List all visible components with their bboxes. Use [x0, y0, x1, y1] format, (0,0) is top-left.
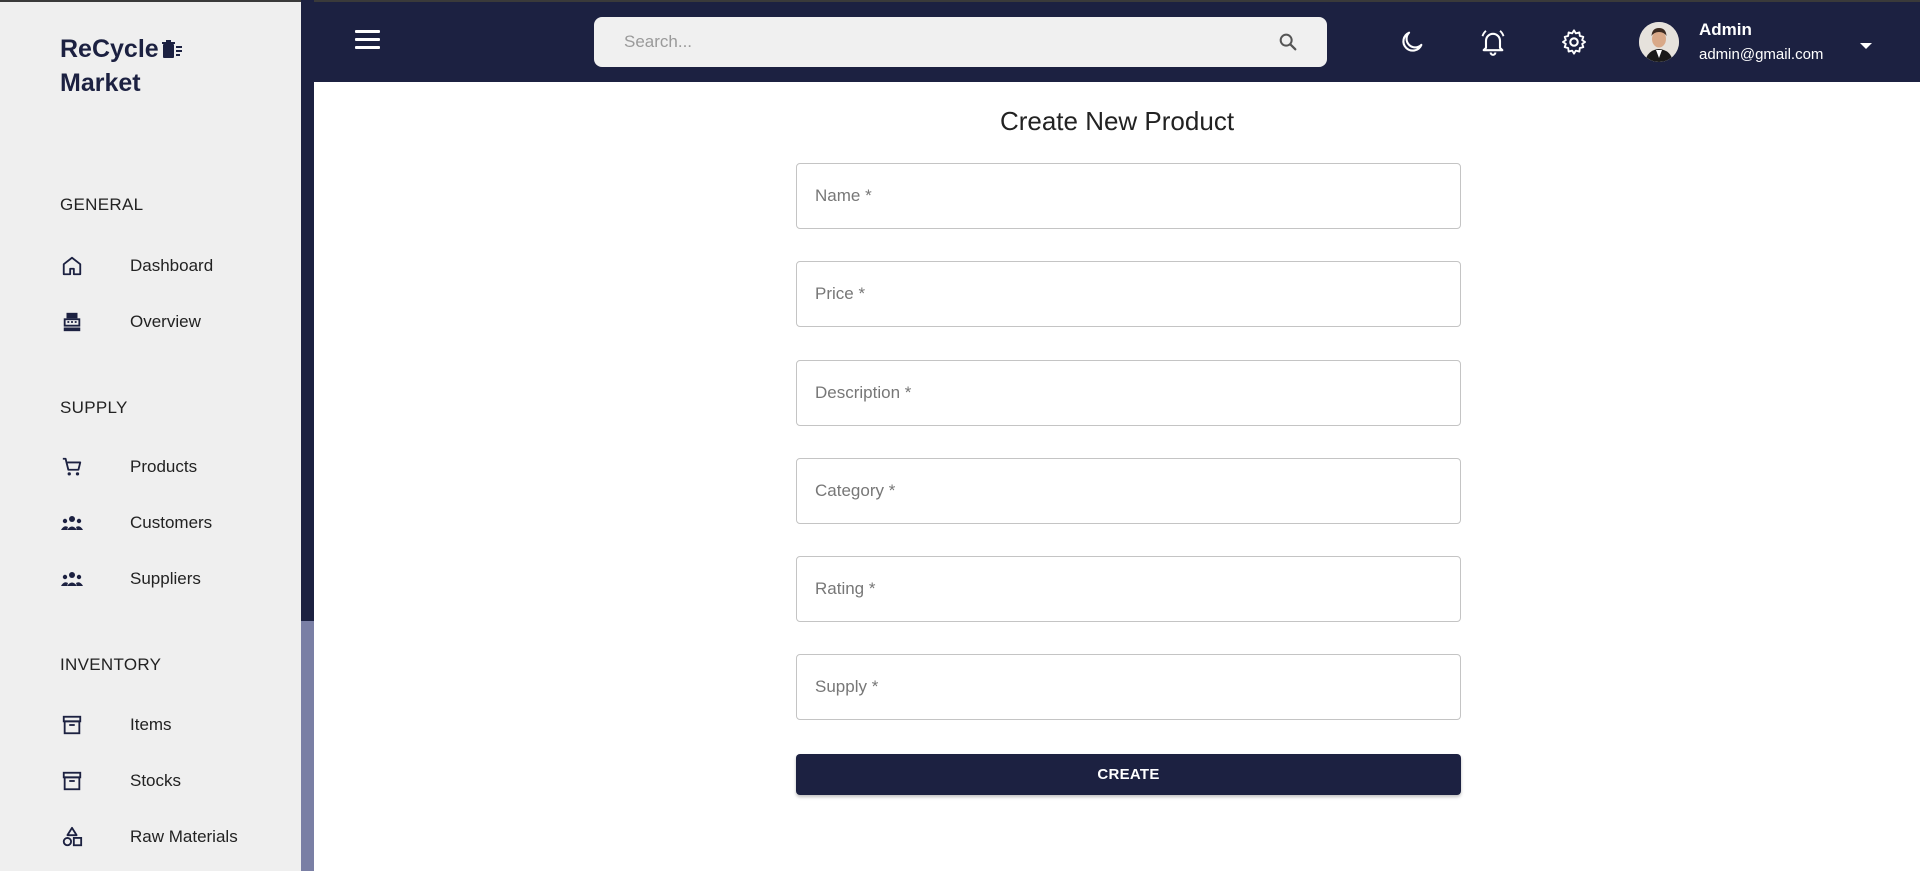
create-button[interactable]: CREATE	[796, 754, 1461, 795]
sidebar-item-raw-materials[interactable]: Raw Materials	[0, 815, 301, 859]
trash-bin-icon	[161, 37, 183, 68]
search-input[interactable]	[594, 17, 1254, 67]
sidebar-item-dashboard[interactable]: Dashboard	[0, 244, 301, 288]
shapes-icon	[60, 825, 84, 849]
user-name: Admin	[1699, 20, 1752, 39]
user-email: admin@gmail.com	[1699, 46, 1824, 63]
brand-logo[interactable]: ReCycle Market	[60, 34, 183, 99]
rating-field	[796, 556, 1461, 622]
shopping-cart-icon	[60, 455, 84, 479]
sidebar-item-label: Dashboard	[130, 256, 214, 275]
top-bar: Admin admin@gmail.com	[314, 0, 1920, 82]
home-icon	[60, 254, 84, 278]
description-input[interactable]	[797, 361, 1460, 425]
name-input[interactable]	[797, 164, 1460, 228]
category-field	[796, 458, 1461, 524]
sidebar-item-label: Overview	[130, 312, 201, 331]
sidebar-item-label: Customers	[130, 513, 213, 532]
sidebar-item-label: Suppliers	[130, 569, 201, 588]
sidebar-item-label: Items	[130, 715, 172, 734]
section-title-general: GENERAL	[60, 195, 144, 214]
cash-register-icon	[60, 310, 84, 334]
sidebar-item-label: Raw Materials	[130, 827, 238, 846]
sidebar-item-items[interactable]: Items	[0, 703, 301, 747]
search-bar	[594, 17, 1327, 67]
name-field	[796, 163, 1461, 229]
description-field	[796, 360, 1461, 426]
page-title: Create New Product	[999, 106, 1235, 136]
price-input[interactable]	[797, 262, 1460, 326]
archive-icon	[60, 769, 84, 793]
groups-icon	[60, 511, 84, 535]
notifications-bell-icon[interactable]	[1479, 28, 1507, 56]
sidebar-item-products[interactable]: Products	[0, 445, 301, 489]
brand-name-line1: ReCycle	[60, 35, 159, 63]
brand-name-line2: Market	[60, 69, 141, 97]
supply-input[interactable]	[797, 655, 1460, 719]
sidebar: ReCycle Market GENERAL Dashboard Overvie…	[0, 0, 301, 871]
groups-icon	[60, 567, 84, 591]
sidebar-item-customers[interactable]: Customers	[0, 501, 301, 545]
sidebar-item-label: Stocks	[130, 771, 182, 790]
menu-icon[interactable]	[355, 30, 383, 54]
price-field	[796, 261, 1461, 327]
sidebar-item-label: Products	[130, 457, 198, 476]
sidebar-scrollbar-thumb[interactable]	[301, 621, 314, 871]
sidebar-item-overview[interactable]: Overview	[0, 300, 301, 344]
section-title-supply: SUPPLY	[60, 398, 128, 417]
supply-field	[796, 654, 1461, 720]
archive-icon	[60, 713, 84, 737]
avatar[interactable]	[1639, 22, 1679, 62]
rating-input[interactable]	[797, 557, 1460, 621]
section-title-inventory: INVENTORY	[60, 655, 162, 674]
sidebar-item-suppliers[interactable]: Suppliers	[0, 557, 301, 601]
dark-mode-moon-icon[interactable]	[1398, 28, 1426, 56]
sidebar-item-stocks[interactable]: Stocks	[0, 759, 301, 803]
category-input[interactable]	[797, 459, 1460, 523]
search-icon[interactable]	[1277, 31, 1299, 53]
chevron-down-icon[interactable]	[1858, 38, 1874, 49]
settings-gear-icon[interactable]	[1560, 28, 1588, 56]
